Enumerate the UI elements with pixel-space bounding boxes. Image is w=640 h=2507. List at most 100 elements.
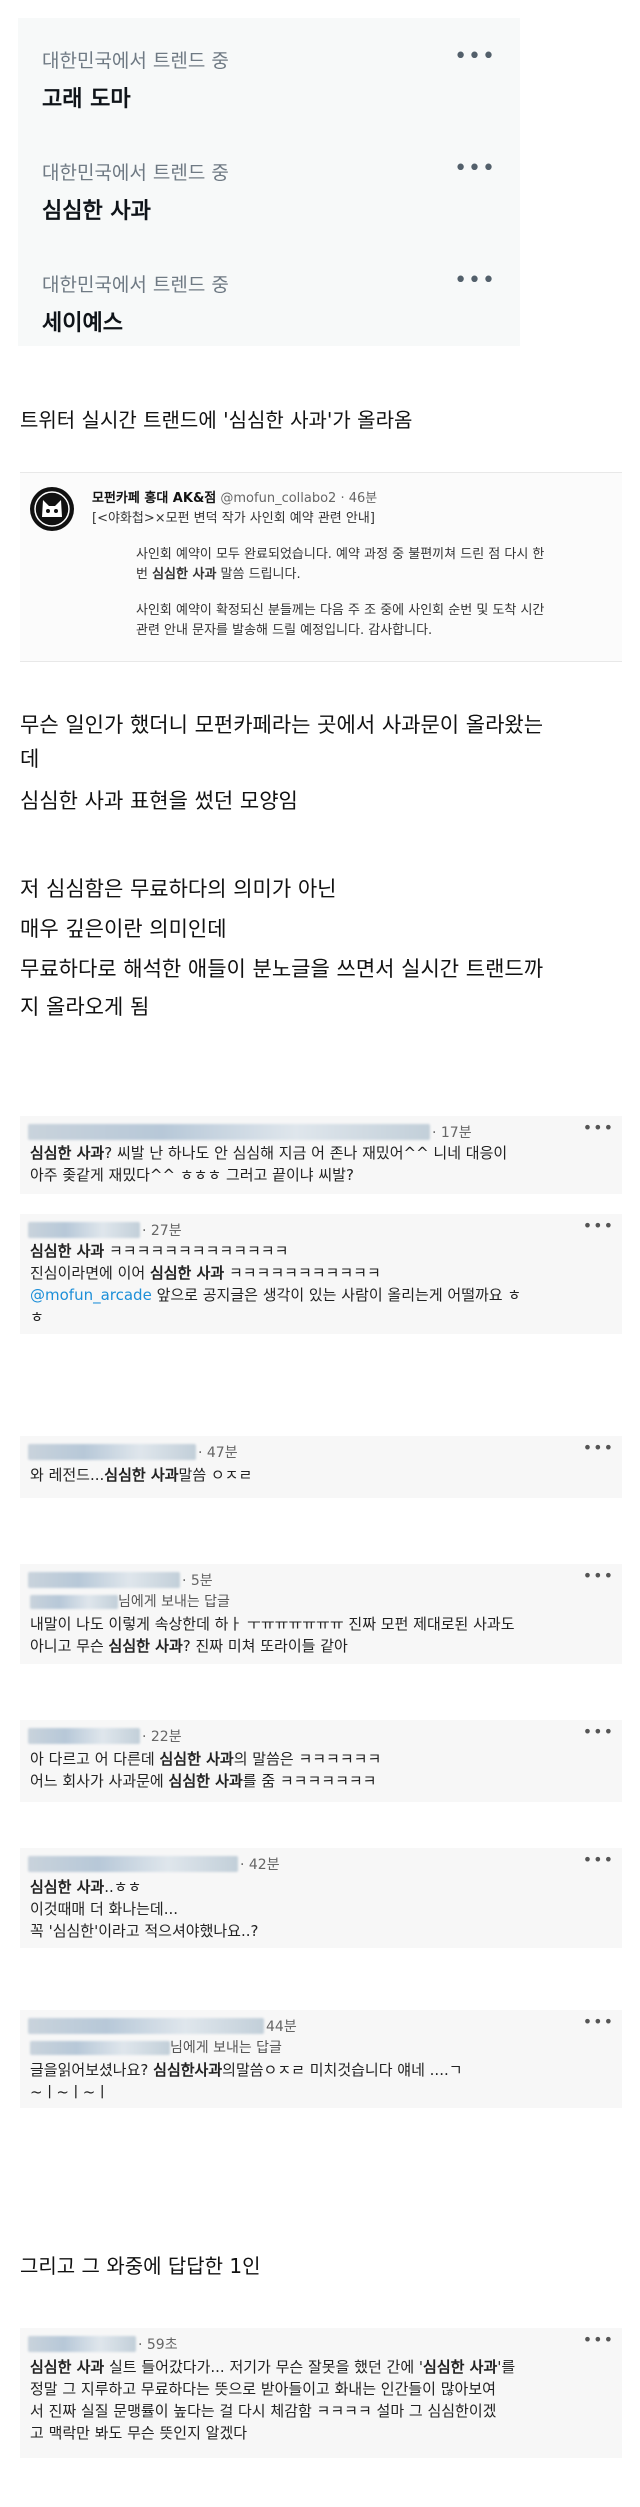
cat-logo-icon: [30, 487, 74, 531]
text: 진심이라면에 이어: [30, 1264, 150, 1282]
highlight-text: 심심한 사과: [30, 1144, 105, 1162]
comment-card[interactable]: · 27분 ••• 심심한 사과 ㅋㅋㅋㅋㅋㅋㅋㅋㅋㅋㅋㅋㅋ 진심이라면에 이어…: [20, 1214, 622, 1334]
text: 어느 회사가 사과문에: [30, 1772, 169, 1790]
more-icon[interactable]: •••: [583, 1722, 614, 1741]
comment-meta: · 22분: [28, 1726, 182, 1746]
comment-line: 와 레전드...심심한 사과말씀 ㅇㅈㄹ: [30, 1464, 616, 1486]
more-icon[interactable]: •••: [583, 2012, 614, 2031]
text: 글을읽어보셨나요?: [30, 2061, 154, 2079]
notice-tweet: 모펀카페 홍대 AK&점 @mofun_collabo2 · 46분 [<야화첩…: [20, 472, 622, 662]
notice-line: 번 심심한 사과 말씀 드립니다.: [136, 565, 616, 585]
avatar: [28, 1856, 238, 1872]
comment-meta: · 5분: [28, 1570, 213, 1590]
comment-line: 고 맥락만 봐도 무슨 뜻인지 알겠다: [30, 2424, 248, 2442]
comment-line: 어느 회사가 사과문에 심심한 사과를 줌 ㅋㅋㅋㅋㅋㅋㅋ: [30, 1770, 616, 1792]
text: 아니고 무슨: [30, 1637, 109, 1655]
comment-meta: · 27분: [28, 1220, 182, 1240]
text: 말씀 드립니다.: [216, 567, 301, 582]
comment-line: 아주 좆같게 재밌다^^ ㅎㅎㅎ 그러고 끝이냐 씨발?: [30, 1166, 354, 1184]
more-icon[interactable]: •••: [454, 158, 496, 180]
comment-line: 심심한 사과..ㅎㅎ: [30, 1876, 616, 1898]
comment-line: 심심한 사과? 씨발 난 하나도 안 심심해 지금 어 존나 재밌어^^ 니네 …: [30, 1142, 616, 1164]
comment-meta: · 47분: [28, 1442, 238, 1462]
avatar: [28, 1572, 180, 1588]
highlight-text: 심심한 사과: [108, 1637, 183, 1655]
notice-header: 모펀카페 홍대 AK&점 @mofun_collabo2 · 46분: [92, 487, 377, 506]
comment-line: 이것때매 더 화나는데...: [30, 1900, 179, 1918]
more-icon[interactable]: •••: [583, 1216, 614, 1235]
comment-line: 서 진짜 실질 문맹률이 높다는 걸 다시 체감함 ㅋㅋㅋㅋ 설마 그 심심한이…: [30, 2402, 497, 2420]
comment-line: 진심이라면에 이어 심심한 사과 ㅋㅋㅋㅋㅋㅋㅋㅋㅋㅋㅋ: [30, 1262, 616, 1284]
comment-line: ~ㅣ~ㅣ~ㅣ: [30, 2083, 110, 2101]
notice-line: 사인회 예약이 모두 완료되었습니다. 예약 과정 중 불편끼쳐 드린 점 다시…: [136, 547, 545, 562]
text: 의 말씀은 ㅋㅋㅋㅋㅋㅋ: [233, 1750, 382, 1768]
avatar: [28, 2336, 136, 2352]
comment-card[interactable]: 44분 ••• 님에게 보내는 답글 글을읽어보셨나요? 심심한사과의말씀ㅇㅈㄹ…: [20, 2010, 622, 2108]
comment-line: 아 다르고 어 다른데 심심한 사과의 말씀은 ㅋㅋㅋㅋㅋㅋ: [30, 1748, 616, 1770]
highlight-text: 심심한 사과: [30, 2358, 105, 2376]
notice-title: [<야화첩>×모펀 변덕 작가 사인회 예약 관련 안내]: [92, 511, 375, 526]
comment-line: 꼭 '심심한'이라고 적으셔야했나요..?: [30, 1922, 259, 1940]
highlight-text: 심심한 사과: [423, 2358, 498, 2376]
comment-line: 심심한 사과 실트 들어갔다가... 저기가 무슨 잘못을 했던 간에 '심심한…: [30, 2356, 616, 2378]
mention-link[interactable]: @mofun_arcade: [30, 1286, 152, 1304]
explain-line: 저 심심함은 무료하다의 의미가 아닌: [20, 877, 337, 901]
explain-line: 매우 깊은이란 의미인데: [20, 917, 227, 941]
more-icon[interactable]: •••: [583, 2330, 614, 2349]
trend-context: 대한민국에서 트렌드 중: [42, 50, 229, 72]
comment-card[interactable]: · 59초 ••• 심심한 사과 실트 들어갔다가... 저기가 무슨 잘못을 …: [20, 2328, 622, 2458]
explain-line: 무슨 일인가 했더니 모펀카페라는 곳에서 사과문이 올라왔는: [20, 713, 544, 737]
mention-blur: [30, 2040, 170, 2055]
comment-body: 심심한 사과 실트 들어갔다가... 저기가 무슨 잘못을 했던 간에 '심심한…: [30, 2356, 616, 2444]
comment-time: · 59초: [138, 2337, 178, 2353]
comment-time: · 17분: [432, 1125, 472, 1141]
trend-name: 고래 도마: [42, 87, 131, 112]
text: 말씀 ㅇㅈㄹ: [178, 1466, 253, 1484]
text: 실트 들어갔다가... 저기가 무슨 잘못을 했던 간에 ': [104, 2358, 424, 2376]
comment-time: · 22분: [142, 1729, 182, 1745]
more-icon[interactable]: •••: [454, 270, 496, 292]
text: ? 진짜 미쳐 또라이들 같아: [182, 1637, 348, 1655]
text: 앞으로 공지글은 생각이 있는 사람이 올리는게 어떨까요 ㅎ: [151, 1286, 522, 1304]
more-icon[interactable]: •••: [583, 1118, 614, 1137]
comment-card[interactable]: · 42분 ••• 심심한 사과..ㅎㅎ 이것때매 더 화나는데... 꼭 '심…: [20, 1848, 622, 1948]
mention-blur: [30, 1594, 118, 1609]
comment-body: 와 레전드...심심한 사과말씀 ㅇㅈㄹ: [30, 1464, 616, 1486]
text: ㅋㅋㅋㅋㅋㅋㅋㅋㅋㅋㅋㅋㅋ: [104, 1242, 289, 1260]
comment-body: 심심한 사과 ㅋㅋㅋㅋㅋㅋㅋㅋㅋㅋㅋㅋㅋ 진심이라면에 이어 심심한 사과 ㅋㅋ…: [30, 1240, 616, 1328]
account-name[interactable]: 모펀카페 홍대 AK&점: [92, 491, 216, 506]
comment-card[interactable]: · 17분 ••• 심심한 사과? 씨발 난 하나도 안 심심해 지금 어 존나…: [20, 1116, 622, 1194]
trend-item[interactable]: 대한민국에서 트렌드 중 고래 도마 •••: [42, 46, 496, 113]
avatar: [28, 2018, 264, 2034]
comment-line: ㅎ: [30, 1308, 44, 1326]
highlight-text: 심심한 사과: [30, 1242, 105, 1260]
comment-line: 심심한 사과 ㅋㅋㅋㅋㅋㅋㅋㅋㅋㅋㅋㅋㅋ: [30, 1240, 616, 1262]
highlight-text: 심심한사과: [153, 2061, 223, 2079]
more-icon[interactable]: •••: [454, 46, 496, 68]
comment-card[interactable]: · 5분 ••• 님에게 보내는 답글 내말이 나도 이렇게 속상한데 하ㅏ ㅜ…: [20, 1564, 622, 1664]
more-icon[interactable]: •••: [583, 1850, 614, 1869]
trend-item[interactable]: 대한민국에서 트렌드 중 심심한 사과 •••: [42, 158, 496, 225]
trend-name: 심심한 사과: [42, 199, 151, 224]
reply-to-label: 님에게 보내는 답글: [170, 2040, 282, 2056]
explain-line: 지 올라오게 됨: [20, 995, 150, 1019]
text: '를: [497, 2358, 516, 2376]
trend-item[interactable]: 대한민국에서 트렌드 중 세이예스 •••: [42, 270, 496, 337]
avatar: [28, 1728, 140, 1744]
comment-line: @mofun_arcade 앞으로 공지글은 생각이 있는 사람이 올리는게 어…: [30, 1284, 616, 1306]
comment-card[interactable]: · 47분 ••• 와 레전드...심심한 사과말씀 ㅇㅈㄹ: [20, 1436, 622, 1498]
text: ..ㅎㅎ: [104, 1878, 142, 1896]
comment-meta: 44분: [28, 2016, 297, 2036]
comment-line: 정말 그 지루하고 무료하다는 뜻으로 받아들이고 화내는 인간들이 많아보여: [30, 2380, 496, 2398]
explain-line: 무료하다로 해석한 애들이 분노글을 쓰면서 실시간 트랜드까: [20, 957, 544, 981]
comment-body: 님에게 보내는 답글 내말이 나도 이렇게 속상한데 하ㅏ ㅜㅠㅠㅠㅠㅠㅠ 진짜…: [30, 1590, 616, 1657]
explain-line: 심심한 사과 표현을 썼던 모양임: [20, 789, 298, 813]
comment-card[interactable]: · 22분 ••• 아 다르고 어 다른데 심심한 사과의 말씀은 ㅋㅋㅋㅋㅋㅋ…: [20, 1720, 622, 1802]
comment-time: · 5분: [182, 1573, 213, 1589]
more-icon[interactable]: •••: [583, 1566, 614, 1585]
highlight-text: 심심한 사과: [168, 1772, 243, 1790]
comment-body: 아 다르고 어 다른데 심심한 사과의 말씀은 ㅋㅋㅋㅋㅋㅋ 어느 회사가 사과…: [30, 1748, 616, 1792]
more-icon[interactable]: •••: [583, 1438, 614, 1457]
highlight-text: 심심한 사과: [159, 1750, 234, 1768]
trend-name: 세이예스: [42, 311, 123, 336]
